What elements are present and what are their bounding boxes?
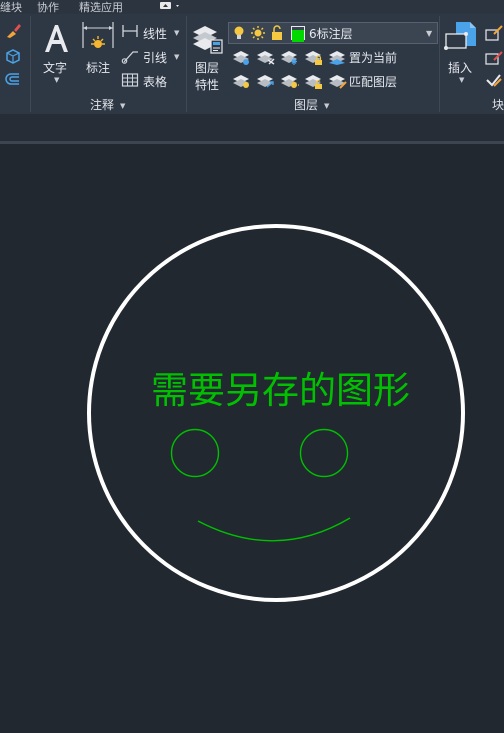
tab-featured-apps[interactable]: 精选应用 (79, 0, 123, 15)
left-eye-circle[interactable] (170, 428, 220, 478)
block-panel-title[interactable]: 块 (492, 96, 504, 114)
lightbulb-icon[interactable] (232, 25, 246, 45)
sun-icon[interactable] (250, 25, 266, 45)
drawing-canvas[interactable]: 需要另存的图形 (0, 144, 504, 733)
annotation-panel-title[interactable]: 注释 (90, 96, 114, 114)
block-attribute-icon[interactable] (484, 72, 504, 94)
layer-lock-icon[interactable] (304, 48, 324, 70)
linear-dim-label[interactable]: 线性 (143, 25, 167, 42)
dimension-tool-label[interactable]: 标注 (86, 59, 110, 76)
linear-dropdown-chevron-icon[interactable]: ▼ (174, 29, 179, 37)
layer-properties-icon[interactable] (191, 22, 223, 60)
ribbon-gap (0, 114, 504, 141)
tab-block-partial[interactable]: 缝块 (0, 0, 22, 15)
table-label[interactable]: 表格 (143, 73, 167, 90)
layer-dropdown-chevron-icon[interactable]: ▼ (426, 29, 432, 38)
set-current-label[interactable]: 置为当前 (349, 49, 397, 66)
set-current-layer-icon[interactable] (328, 48, 348, 70)
leader-dropdown-chevron-icon[interactable]: ▼ (174, 53, 179, 61)
insert-label[interactable]: 插入 (448, 59, 472, 76)
insert-block-icon[interactable] (444, 20, 478, 62)
offset-icon[interactable] (4, 71, 22, 93)
ribbon: 文字 ▼ 标注 线性 ▼ 引线 ▼ 表格 注释 ▼ 图层 特性 6标注层 ▼ 置… (0, 14, 504, 114)
layer-isolate-icon[interactable] (232, 48, 252, 70)
linear-dim-icon[interactable] (121, 23, 139, 43)
layer-unlock-icon[interactable] (304, 72, 324, 94)
text-dropdown-chevron-icon[interactable]: ▼ (54, 76, 59, 84)
layer-properties-label-1[interactable]: 图层 (195, 59, 219, 76)
leader-icon[interactable] (121, 48, 139, 68)
layer-previous-icon[interactable] (256, 72, 276, 94)
edit-block-icon[interactable] (484, 48, 504, 70)
box-3d-icon[interactable] (4, 47, 22, 69)
annotation-panel-expand-icon[interactable]: ▼ (120, 102, 125, 110)
layer-properties-label-2[interactable]: 特性 (195, 76, 219, 93)
current-layer-name: 6标注层 (309, 27, 353, 41)
leader-label[interactable]: 引线 (143, 49, 167, 66)
separator (439, 16, 440, 112)
dimension-tool-icon[interactable] (81, 20, 115, 60)
right-eye-circle[interactable] (299, 428, 349, 478)
mouth-arc[interactable] (197, 517, 351, 542)
brush-icon[interactable] (4, 22, 22, 44)
separator (30, 16, 31, 112)
layer-match-icon[interactable] (256, 48, 276, 70)
layer-on-icon[interactable] (232, 72, 252, 94)
layer-dropdown[interactable]: 6标注层 ▼ (228, 22, 438, 44)
ribbon-tab-bar: 缝块 协作 精选应用 (0, 0, 504, 14)
layer-freeze-icon[interactable] (280, 48, 300, 70)
create-block-icon[interactable] (484, 24, 504, 46)
workspace-toggle-icon[interactable] (159, 1, 183, 14)
layer-color-swatch (291, 26, 305, 42)
layers-panel-expand-icon[interactable]: ▼ (324, 102, 329, 110)
match-layer-icon[interactable] (328, 72, 348, 94)
match-layer-label[interactable]: 匹配图层 (349, 73, 397, 90)
unlock-icon[interactable] (270, 25, 284, 45)
insert-dropdown-chevron-icon[interactable]: ▼ (459, 76, 464, 84)
layer-thaw-icon[interactable] (280, 72, 300, 94)
text-tool-icon[interactable] (41, 22, 71, 58)
tab-collaborate[interactable]: 协作 (37, 0, 59, 15)
layers-panel-title[interactable]: 图层 (294, 96, 318, 114)
separator (186, 16, 187, 112)
drawing-svg (87, 224, 465, 602)
table-icon[interactable] (121, 72, 139, 92)
text-tool-label[interactable]: 文字 (43, 59, 67, 76)
drawing-text[interactable]: 需要另存的图形 (151, 360, 410, 414)
